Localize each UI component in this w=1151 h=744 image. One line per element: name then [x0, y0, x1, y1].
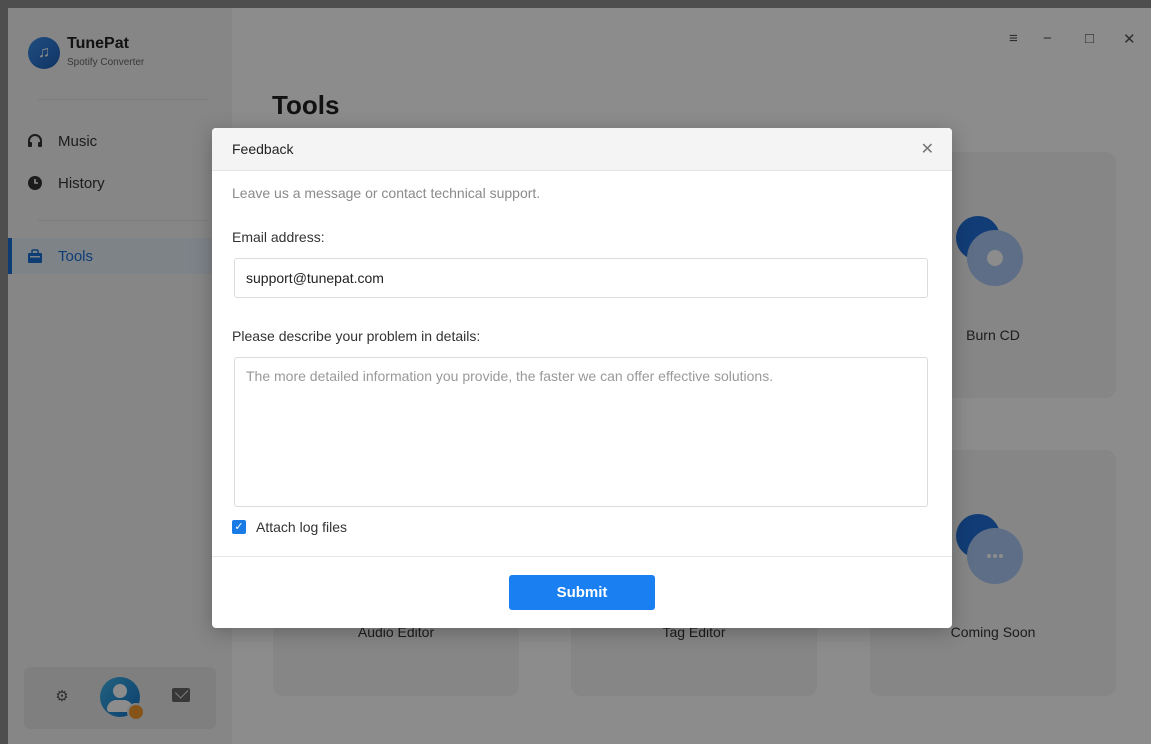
email-label: Email address:: [232, 229, 325, 245]
attach-log-row[interactable]: ✓ Attach log files: [232, 518, 347, 536]
feedback-dialog: Feedback ✕ Leave us a message or contact…: [212, 128, 952, 628]
attach-log-checkbox[interactable]: ✓: [232, 520, 246, 534]
dialog-title: Feedback: [232, 141, 294, 157]
dialog-header: Feedback ✕: [212, 128, 952, 171]
problem-description-field[interactable]: [234, 357, 928, 507]
close-icon[interactable]: ✕: [921, 139, 934, 159]
problem-label: Please describe your problem in details:: [232, 328, 481, 344]
dialog-footer-divider: [212, 556, 952, 557]
dialog-description: Leave us a message or contact technical …: [232, 185, 541, 201]
attach-log-label: Attach log files: [256, 519, 348, 535]
submit-button[interactable]: Submit: [509, 575, 655, 610]
email-field[interactable]: [234, 258, 928, 298]
